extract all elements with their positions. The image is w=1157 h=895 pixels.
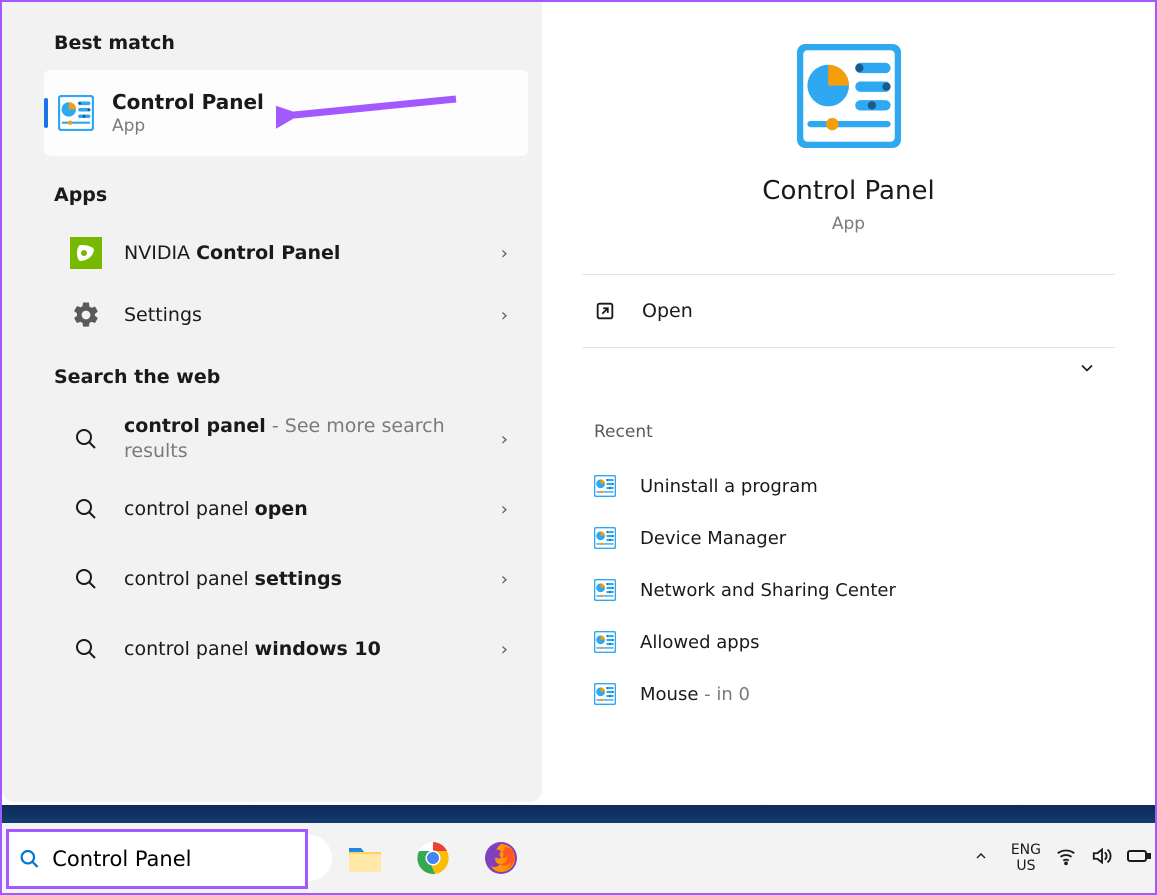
- recent-network-sharing[interactable]: Network and Sharing Center: [582, 564, 1115, 616]
- search-icon: [68, 561, 104, 597]
- chevron-right-icon: ›: [501, 243, 508, 264]
- file-explorer-icon[interactable]: [346, 839, 384, 877]
- results-left-column: Best match Control Panel App Apps NVIDIA…: [2, 2, 542, 802]
- chrome-icon[interactable]: [414, 839, 452, 877]
- search-icon: [68, 491, 104, 527]
- firefox-icon[interactable]: [482, 839, 520, 877]
- web-item-open[interactable]: control panel open ›: [54, 474, 528, 544]
- web-item-label: control panel open: [124, 497, 501, 522]
- taskbar-system-tray: ENG US: [965, 823, 1151, 893]
- web-item-settings[interactable]: control panel settings ›: [54, 544, 528, 614]
- best-match-header: Best match: [12, 12, 532, 70]
- detail-subtitle: App: [832, 214, 865, 234]
- search-web-header: Search the web: [12, 346, 532, 404]
- open-action[interactable]: Open: [582, 275, 1115, 347]
- recent-allowed-apps[interactable]: Allowed apps: [582, 616, 1115, 668]
- details-right-column: Control Panel App Open Recent Uninstall …: [542, 2, 1155, 802]
- web-item-see-more[interactable]: control panel - See more search results …: [54, 404, 528, 474]
- wifi-icon[interactable]: [1055, 845, 1077, 871]
- search-icon: [68, 631, 104, 667]
- control-panel-icon-large: [795, 42, 903, 150]
- web-item-label: control panel windows 10: [124, 637, 501, 662]
- search-input[interactable]: [50, 846, 295, 872]
- selection-indicator: [44, 98, 48, 128]
- web-item-label: control panel - See more search results: [124, 414, 501, 463]
- control-panel-icon: [58, 95, 94, 131]
- search-icon: [68, 421, 104, 457]
- chevron-right-icon: ›: [501, 429, 508, 450]
- web-item-label: control panel settings: [124, 567, 501, 592]
- web-item-windows-10[interactable]: control panel windows 10 ›: [54, 614, 528, 684]
- recent-item-label: Uninstall a program: [640, 476, 818, 497]
- search-results-panel: Best match Control Panel App Apps NVIDIA…: [2, 2, 1155, 802]
- search-icon: [19, 847, 40, 871]
- recent-item-label: Mouse - in 0: [640, 684, 750, 705]
- recent-header: Recent: [582, 388, 1115, 460]
- open-icon: [594, 300, 616, 322]
- recent-item-label: Device Manager: [640, 528, 786, 549]
- taskbar-search-box[interactable]: [6, 829, 308, 889]
- best-match-subtitle: App: [112, 116, 264, 136]
- chevron-right-icon: ›: [501, 639, 508, 660]
- language-indicator[interactable]: ENG US: [1011, 842, 1041, 874]
- control-panel-mini-icon: [594, 683, 616, 705]
- chevron-right-icon: ›: [501, 569, 508, 590]
- chevron-right-icon: ›: [501, 499, 508, 520]
- app-item-settings[interactable]: Settings ›: [54, 284, 528, 346]
- open-label: Open: [642, 300, 693, 322]
- gear-icon: [68, 297, 104, 333]
- chevron-right-icon: ›: [501, 305, 508, 326]
- best-match-title: Control Panel: [112, 90, 264, 114]
- app-item-nvidia-control-panel[interactable]: NVIDIA Control Panel ›: [54, 222, 528, 284]
- volume-icon[interactable]: [1091, 845, 1113, 871]
- expand-actions[interactable]: [582, 348, 1115, 388]
- control-panel-mini-icon: [594, 475, 616, 497]
- battery-icon[interactable]: [1127, 847, 1151, 869]
- nvidia-icon: [68, 235, 104, 271]
- control-panel-mini-icon: [594, 527, 616, 549]
- best-match-item[interactable]: Control Panel App: [44, 70, 528, 156]
- recent-device-manager[interactable]: Device Manager: [582, 512, 1115, 564]
- app-item-label: Settings: [124, 303, 501, 328]
- recent-item-label: Allowed apps: [640, 632, 760, 653]
- app-item-label: NVIDIA Control Panel: [124, 241, 501, 266]
- recent-item-label: Network and Sharing Center: [640, 580, 896, 601]
- control-panel-mini-icon: [594, 631, 616, 653]
- best-match-text: Control Panel App: [112, 90, 264, 136]
- detail-title: Control Panel: [762, 176, 934, 206]
- recent-uninstall-program[interactable]: Uninstall a program: [582, 460, 1115, 512]
- taskbar-pinned-apps: [346, 823, 520, 893]
- tray-overflow-icon[interactable]: [965, 848, 997, 869]
- apps-header: Apps: [12, 164, 532, 222]
- chevron-down-icon: [1077, 358, 1097, 378]
- control-panel-mini-icon: [594, 579, 616, 601]
- recent-mouse[interactable]: Mouse - in 0: [582, 668, 1115, 720]
